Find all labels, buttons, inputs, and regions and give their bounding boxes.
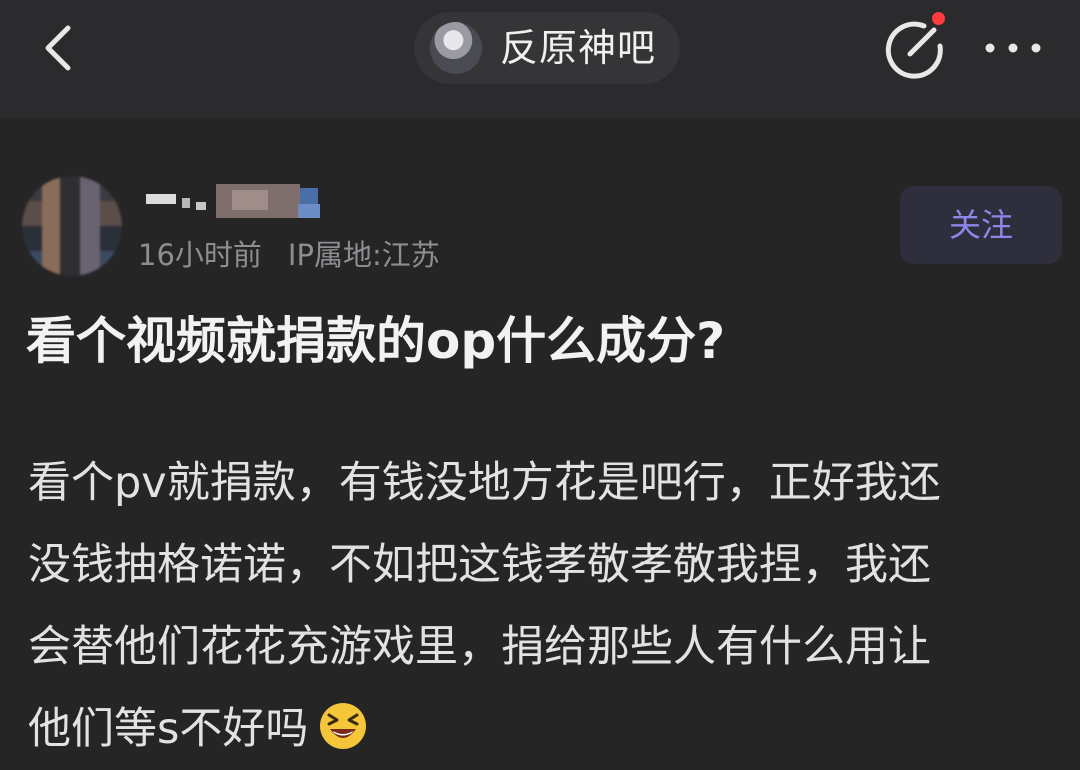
grinning-squint-face-icon (320, 702, 367, 749)
forum-title-pill[interactable]: 反原神吧 (414, 12, 680, 84)
post-body: 看个pv就捐款，有钱没地方花是吧行，正好我还 没钱抽格诺诺，不如把这钱孝敬孝敬我… (28, 442, 1068, 770)
chevron-left-icon (45, 25, 71, 71)
more-button[interactable] (982, 28, 1044, 68)
back-button[interactable] (34, 18, 84, 78)
follow-button[interactable]: 关注 (900, 186, 1062, 264)
body-line: 没钱抽格诺诺，不如把这钱孝敬孝敬我捏，我还 (28, 540, 931, 590)
top-bar: 反原神吧 (0, 0, 1080, 118)
post-meta: 16小时前 IP属地:江苏 (138, 236, 440, 274)
body-line-text: 他们等s不好吗 (28, 704, 309, 754)
user-avatar[interactable] (22, 176, 122, 276)
compose-button[interactable] (884, 12, 946, 80)
edit-icon (885, 21, 943, 79)
post-title: 看个视频就捐款的op什么成分? (26, 312, 726, 370)
body-line: 看个pv就捐款，有钱没地方花是吧行，正好我还 (28, 458, 941, 508)
forum-name: 反原神吧 (500, 26, 657, 70)
notification-dot (932, 12, 945, 25)
username-pixelated[interactable] (146, 180, 328, 222)
more-icon (985, 43, 1041, 53)
ip-location: IP属地:江苏 (287, 238, 440, 272)
body-line: 会替他们花花充游戏里，捐给那些人有什么用让 (28, 622, 931, 672)
body-line-last: 他们等s不好吗 (28, 688, 1068, 770)
post-time: 16小时前 (138, 238, 262, 272)
forum-avatar (430, 22, 482, 74)
